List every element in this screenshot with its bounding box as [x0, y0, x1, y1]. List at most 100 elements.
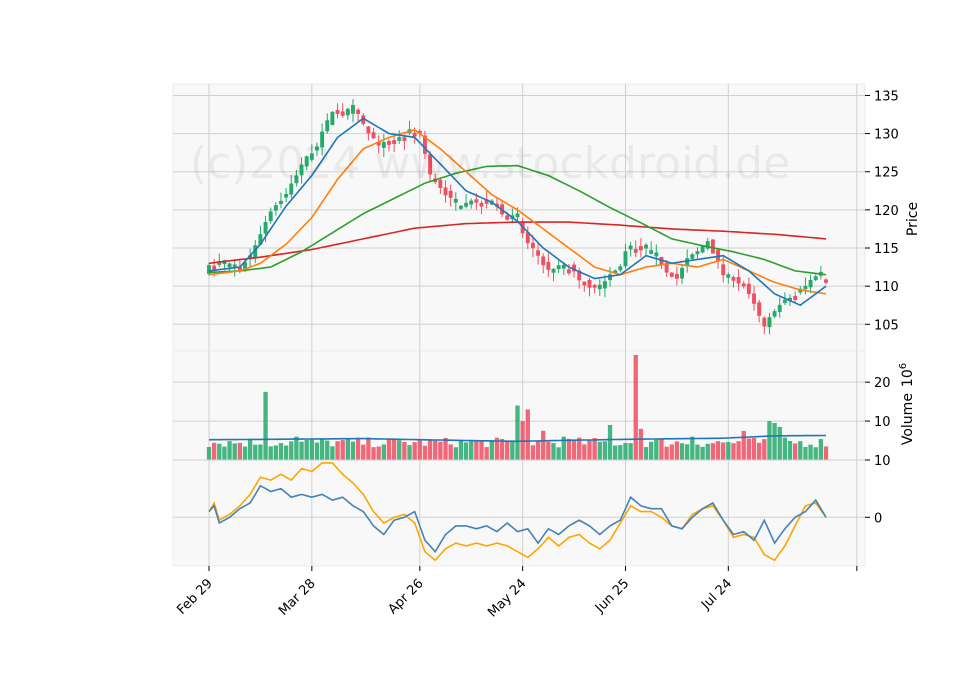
volume-bar: [505, 440, 510, 460]
candle-body: [680, 268, 684, 279]
price-ytick-label: 115: [874, 242, 899, 257]
candle-body: [726, 274, 731, 278]
volume-bar: [756, 442, 762, 460]
candle-body: [268, 211, 273, 222]
volume-bar: [304, 439, 309, 460]
candlestick: [710, 239, 715, 254]
candle-body: [469, 200, 474, 205]
x-tick-label: Jul 24: [698, 576, 735, 613]
volume-bar: [587, 440, 592, 460]
volume-bar: [407, 445, 412, 460]
candle-body: [757, 302, 762, 316]
x-tick-label: Apr 26: [386, 576, 427, 617]
candle-body: [741, 283, 746, 287]
volume-bar: [222, 446, 227, 460]
candle-body: [284, 193, 289, 198]
volume-bar: [499, 438, 505, 460]
volume-bar: [515, 405, 520, 460]
volume-bar: [335, 441, 340, 460]
volume-bar: [247, 439, 253, 460]
candle-body: [777, 304, 782, 312]
candle-body: [536, 250, 541, 256]
volume-axis-title: Volume 106: [898, 363, 916, 445]
volume-bar: [700, 446, 705, 460]
candle-body: [638, 246, 643, 251]
candle-body: [263, 222, 268, 234]
volume-bar: [679, 443, 685, 460]
volume-bar: [314, 442, 320, 460]
volume-bar: [268, 446, 273, 460]
candle-body: [273, 205, 278, 211]
oscillator-ytick-label: 0: [874, 511, 882, 526]
volume-bar: [751, 437, 757, 460]
volume-bar: [325, 440, 330, 460]
volume-bar: [571, 440, 577, 460]
volume-bar: [283, 445, 289, 460]
volume-bar: [530, 445, 536, 460]
candle-body: [690, 254, 695, 259]
volume-bar: [649, 441, 654, 460]
price-ytick-label: 135: [874, 89, 899, 104]
volume-bar: [448, 444, 453, 460]
volume-bar: [710, 443, 716, 460]
volume-bar: [741, 430, 746, 460]
x-tick-label: May 24: [485, 576, 529, 620]
volume-axis-unit: 10: [900, 369, 916, 387]
volume-bar: [715, 441, 721, 460]
volume-bar: [242, 446, 248, 460]
volume-bar: [705, 443, 710, 460]
candle-body: [561, 264, 566, 269]
candle-body: [587, 279, 592, 288]
volume-bar: [623, 443, 628, 460]
volume-bar: [232, 443, 237, 460]
candle-body: [566, 269, 571, 274]
volume-bar: [309, 439, 314, 460]
volume-bar: [417, 439, 422, 460]
candle-body: [351, 104, 355, 114]
candle-body: [541, 256, 546, 266]
candle-body: [551, 268, 556, 273]
volume-bar: [263, 391, 268, 460]
candlestick: [330, 111, 335, 126]
volume-bar: [525, 409, 530, 460]
x-tick-label: Jun 25: [592, 576, 632, 616]
volume-bar: [654, 439, 659, 460]
volume-ytick-label: 20: [874, 376, 891, 391]
volume-bar: [463, 442, 469, 460]
candle-body: [458, 205, 463, 209]
candle-body: [340, 111, 345, 116]
candle-body: [762, 317, 767, 327]
volume-bar: [273, 445, 279, 460]
volume-bar: [541, 430, 546, 460]
volume-bar: [602, 441, 608, 460]
volume-bar: [772, 423, 777, 460]
price-axis-title: Price: [905, 202, 921, 236]
volume-bar: [566, 438, 572, 460]
candle-body: [623, 251, 628, 267]
volume-bar: [206, 447, 212, 460]
volume-bar: [340, 440, 345, 460]
volume-bar: [582, 444, 587, 460]
volume-bar: [458, 440, 464, 460]
candle-body: [582, 281, 587, 286]
volume-bar: [643, 447, 649, 460]
volume-bar: [618, 445, 623, 460]
candle-body: [505, 215, 510, 220]
oscillator-panel: 0 10: [172, 454, 891, 567]
price-ytick-label: 125: [874, 166, 899, 181]
candle-body: [644, 244, 648, 249]
candle-body: [793, 296, 798, 300]
volume-bar: [613, 445, 618, 460]
volume-bar: [535, 441, 541, 460]
candle-body: [345, 108, 350, 116]
candle-body: [633, 248, 638, 253]
candle-body: [813, 276, 818, 281]
candle-body: [212, 265, 217, 270]
volume-bar: [746, 438, 752, 460]
volume-bar: [469, 441, 474, 460]
volume-bar: [592, 438, 597, 460]
volume-bar: [607, 424, 613, 460]
price-background: [172, 83, 866, 352]
volume-bar: [211, 442, 217, 460]
volume-bar: [597, 441, 602, 460]
